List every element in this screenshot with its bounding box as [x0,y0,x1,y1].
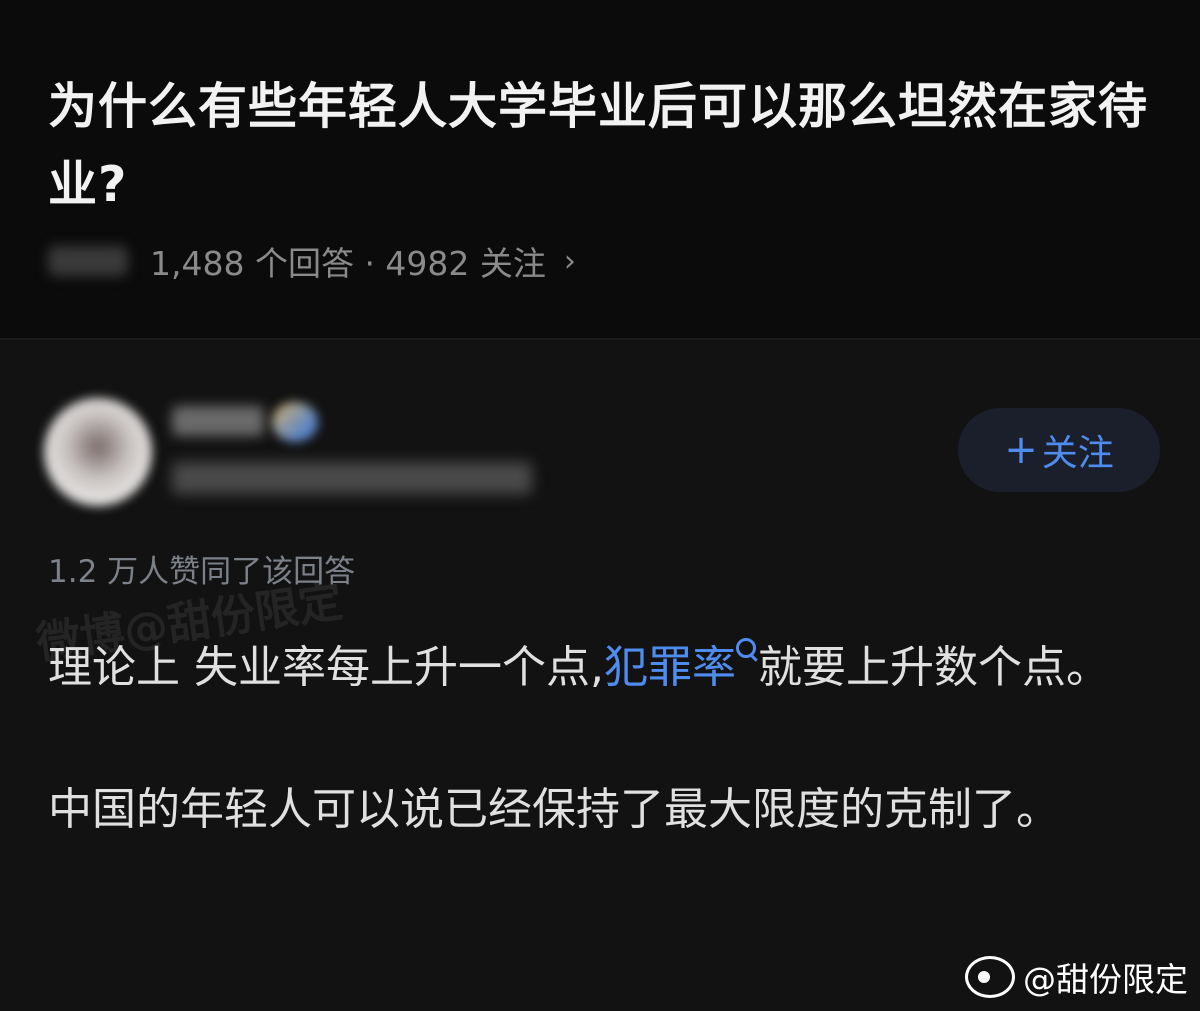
question-title: 为什么有些年轻人大学毕业后可以那么坦然在家待业? [48,78,1149,213]
question-header: 为什么有些年轻人大学毕业后可以那么坦然在家待业? 1,488 个回答 · 498… [0,0,1200,338]
weibo-watermark-corner: @甜份限定 [965,953,1188,1001]
search-icon [735,638,756,658]
answer-text: 理论上 失业率每上升一个点, [48,642,604,693]
weibo-logo-icon [965,956,1015,998]
question-meta[interactable]: 1,488 个回答 · 4982 关注 › [48,236,576,286]
answer-card: + 关注 1.2 万人赞同了该回答 微博@甜份限定 理论上 失业率每上升一个点,… [0,340,1200,1011]
answer-follow-count: 1,488 个回答 · 4982 关注 [150,244,546,283]
author-name-blurred[interactable] [172,406,264,436]
chevron-right-icon: › [563,243,576,279]
answer-text: 就要上升数个点。 [757,642,1110,693]
answer-paragraph: 理论上 失业率每上升一个点,犯罪率 就要上升数个点。 [48,628,1168,708]
follow-button[interactable]: + 关注 [958,408,1160,492]
verified-badge-icon [272,402,318,442]
topic-tag-blurred [48,246,128,276]
weibo-handle: @甜份限定 [1023,960,1188,999]
answer-body: 理论上 失业率每上升一个点,犯罪率 就要上升数个点。 中国的年轻人可以说已经保持了… [48,628,1168,850]
plus-icon: + [1004,427,1038,473]
answer-paragraph: 中国的年轻人可以说已经保持了最大限度的克制了。 [48,784,1060,835]
search-link[interactable]: 犯罪率 [604,642,736,693]
author-bio-blurred [172,462,532,494]
avatar[interactable] [44,398,152,506]
follow-button-label: 关注 [1041,433,1114,474]
